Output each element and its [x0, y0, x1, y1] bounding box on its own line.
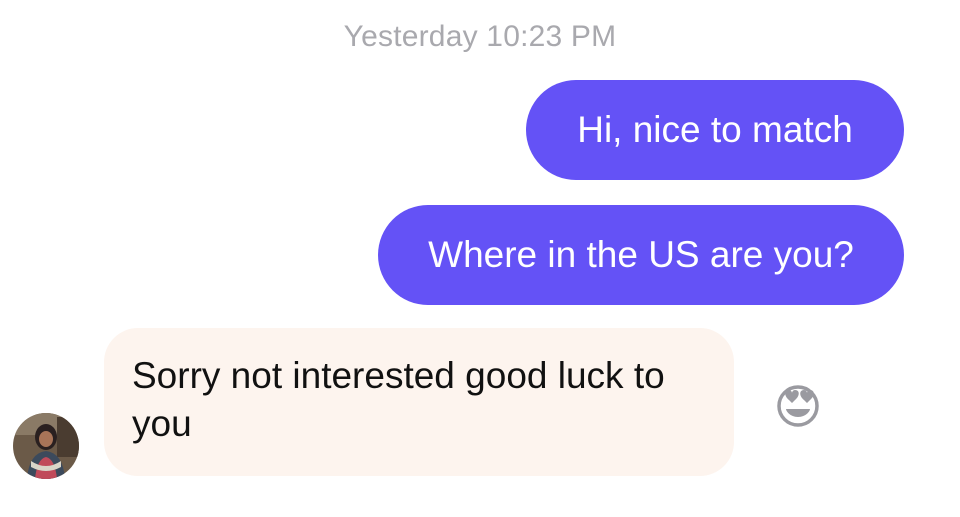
message-timestamp: Yesterday 10:23 PM: [343, 20, 617, 53]
chat-thread: Yesterday 10:23 PM Hi, nice to match Whe…: [0, 0, 960, 517]
avatar-photo: [13, 413, 79, 479]
react-button[interactable]: [770, 380, 826, 428]
incoming-message-bubble[interactable]: Sorry not interested good luck to you: [104, 328, 734, 476]
avatar[interactable]: [13, 413, 79, 479]
outgoing-message-bubble[interactable]: Where in the US are you?: [378, 205, 904, 305]
heart-eyes-face-icon: [777, 385, 819, 427]
outgoing-message-bubble[interactable]: Hi, nice to match: [526, 80, 904, 180]
